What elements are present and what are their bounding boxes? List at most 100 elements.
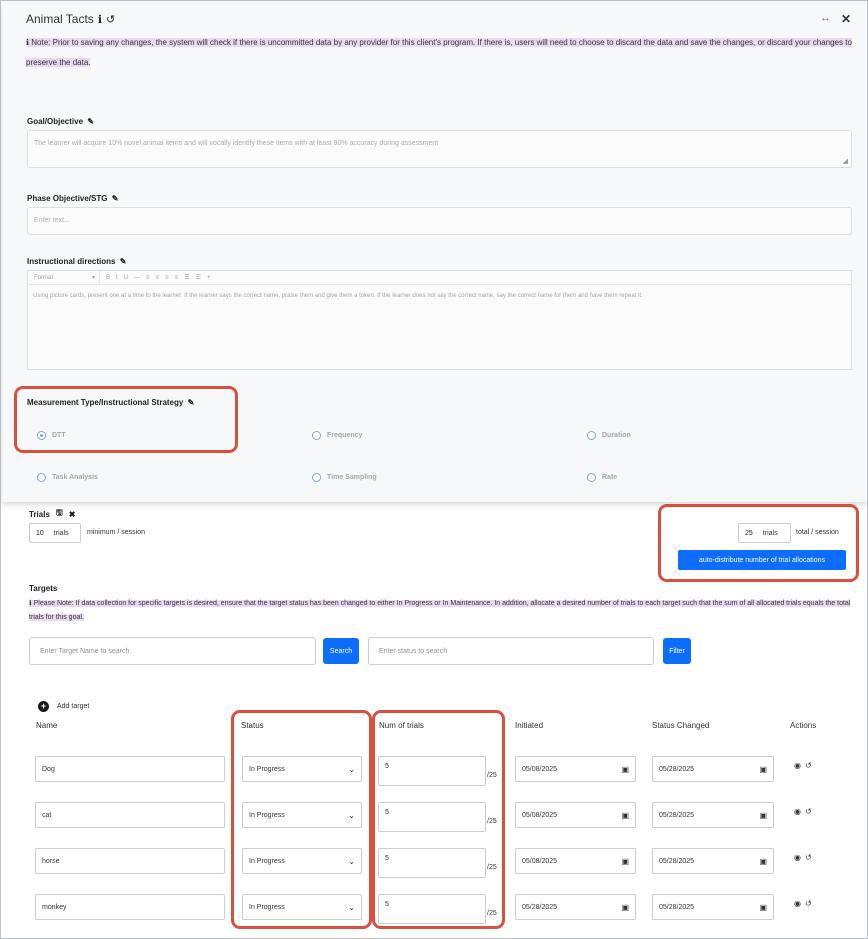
status-select[interactable]: In Progress ⌄	[242, 756, 362, 782]
initiated-date-input[interactable]: 05/28/2025 ▣	[515, 894, 636, 920]
strike-button[interactable]: —	[134, 275, 140, 281]
add-target-label: Add target	[57, 703, 90, 710]
calendar-icon[interactable]: ▣	[621, 857, 629, 866]
calendar-icon[interactable]: ▣	[621, 765, 629, 774]
history-icon[interactable]: ↺	[805, 761, 812, 770]
num-trials-input[interactable]: 5	[378, 848, 486, 878]
target-name-input[interactable]: monkey	[35, 894, 225, 920]
radio-dtt[interactable]: DTT	[37, 431, 66, 440]
radio-button[interactable]	[587, 473, 596, 482]
status-changed-date-input[interactable]: 05/28/2025 ▣	[652, 802, 774, 828]
radio-button[interactable]	[37, 473, 46, 482]
more-button[interactable]: +	[207, 275, 211, 281]
col-header-num-trials: Num of trials	[379, 721, 424, 730]
phase-input[interactable]: Enter text...	[27, 207, 852, 235]
radio-button[interactable]	[312, 473, 321, 482]
status-select[interactable]: In Progress ⌄	[242, 802, 362, 828]
pencil-icon[interactable]: ✎	[85, 117, 94, 126]
align-right-button[interactable]: ≡	[165, 275, 169, 281]
radio-task-analysis[interactable]: Task Analysis	[37, 473, 98, 482]
eye-icon[interactable]: ◉	[794, 853, 801, 862]
italic-button[interactable]: I	[116, 275, 118, 281]
panel-title: Animal Tacts	[26, 12, 94, 26]
number-list-button[interactable]: ☰	[195, 274, 200, 281]
bullet-list-button[interactable]: ☰	[184, 274, 189, 281]
target-name-input[interactable]: Dog	[35, 756, 225, 782]
close-icon[interactable]: ✕	[841, 12, 851, 26]
history-icon[interactable]: ↺	[106, 13, 115, 26]
radio-label: Rate	[602, 474, 618, 481]
close-icon[interactable]: ✖	[69, 510, 76, 519]
radio-duration[interactable]: Duration	[587, 431, 631, 440]
target-name-input[interactable]: cat	[35, 802, 225, 828]
trials-of-total: /25	[487, 864, 497, 871]
col-header-status-changed: Status Changed	[652, 721, 710, 730]
save-icon[interactable]: 🖫	[56, 507, 63, 521]
col-header-initiated: Initiated	[515, 721, 544, 730]
radio-button[interactable]	[37, 431, 46, 440]
calendar-icon[interactable]: ▣	[759, 811, 767, 820]
add-target-button[interactable]: + Add target	[38, 701, 89, 712]
format-dropdown[interactable]: Format ▾	[34, 271, 100, 284]
filter-button[interactable]: Filter	[663, 638, 691, 664]
info-icon: ℹ	[26, 38, 30, 47]
phase-placeholder: Enter text...	[34, 217, 70, 224]
history-icon[interactable]: ↺	[805, 853, 812, 862]
num-trials-input[interactable]: 5	[378, 756, 486, 786]
row-actions: ◉ ↺	[794, 853, 812, 862]
eye-icon[interactable]: ◉	[794, 807, 801, 816]
pencil-icon[interactable]: ✎	[109, 194, 119, 203]
status-select[interactable]: In Progress ⌄	[242, 848, 362, 874]
info-icon: ℹ	[29, 600, 32, 607]
radio-frequency[interactable]: Frequency	[312, 431, 362, 440]
auto-distribute-button[interactable]: auto-distribute number of trial allocati…	[678, 550, 846, 570]
calendar-icon[interactable]: ▣	[759, 903, 767, 912]
target-search-input[interactable]: Enter Target Name to search	[29, 637, 316, 665]
resize-grip-icon[interactable]: ◢	[843, 157, 848, 165]
underline-button[interactable]: U	[124, 275, 128, 281]
chevron-down-icon: ⌄	[348, 856, 355, 866]
history-icon[interactable]: ↺	[805, 807, 812, 816]
initiated-date-input[interactable]: 05/08/2025 ▣	[515, 756, 636, 782]
status-changed-date-input[interactable]: 05/28/2025 ▣	[652, 756, 774, 782]
window-controls: ↔ ✕	[820, 12, 851, 26]
num-trials-input[interactable]: 5	[378, 802, 486, 832]
instructions-editor[interactable]: Format ▾ B I U — ≡ ≡ ≡ ≡ ☰ ☰ + Using pict…	[27, 270, 852, 370]
radio-rate[interactable]: Rate	[587, 473, 617, 482]
status-changed-date-value: 05/28/2025	[659, 857, 695, 865]
status-changed-date-input[interactable]: 05/28/2025 ▣	[652, 894, 774, 920]
radio-button[interactable]	[312, 431, 321, 440]
pencil-icon[interactable]: ✎	[117, 257, 127, 266]
status-select[interactable]: In Progress ⌄	[242, 894, 362, 920]
total-trials-input[interactable]: 25 trials	[738, 523, 791, 543]
pencil-icon[interactable]: ✎	[185, 398, 195, 407]
initiated-date-input[interactable]: 05/08/2025 ▣	[515, 802, 636, 828]
num-trials-input[interactable]: 5	[378, 894, 486, 924]
expand-arrows-icon[interactable]: ↔	[820, 12, 831, 26]
history-icon[interactable]: ↺	[805, 899, 812, 908]
calendar-icon[interactable]: ▣	[621, 811, 629, 820]
initiated-date-input[interactable]: 05/08/2025 ▣	[515, 848, 636, 874]
info-icon[interactable]: ℹ	[98, 13, 102, 26]
calendar-icon[interactable]: ▣	[621, 903, 629, 912]
bold-button[interactable]: B	[106, 275, 110, 281]
eye-icon[interactable]: ◉	[794, 761, 801, 770]
calendar-icon[interactable]: ▣	[759, 857, 767, 866]
justify-button[interactable]: ≡	[175, 275, 179, 281]
radio-time-sampling[interactable]: Time Sampling	[312, 473, 377, 482]
align-left-button[interactable]: ≡	[146, 275, 150, 281]
goal-textarea[interactable]: The learner will acquire 10% novel anima…	[27, 130, 852, 168]
search-button[interactable]: Search	[323, 638, 359, 664]
min-trials-suffix: trials	[53, 529, 69, 537]
min-trials-input[interactable]: 10 trials	[29, 523, 81, 543]
status-changed-date-input[interactable]: 05/28/2025 ▣	[652, 848, 774, 874]
calendar-icon[interactable]: ▣	[759, 765, 767, 774]
trials-of-total: /25	[487, 818, 497, 825]
target-name-input[interactable]: horse	[35, 848, 225, 874]
radio-button[interactable]	[587, 431, 596, 440]
status-search-input[interactable]: Enter status to search	[368, 637, 654, 665]
highlight-box-trials	[658, 504, 859, 582]
align-center-button[interactable]: ≡	[156, 275, 160, 281]
eye-icon[interactable]: ◉	[794, 899, 801, 908]
status-changed-date-value: 05/28/2025	[659, 765, 695, 773]
